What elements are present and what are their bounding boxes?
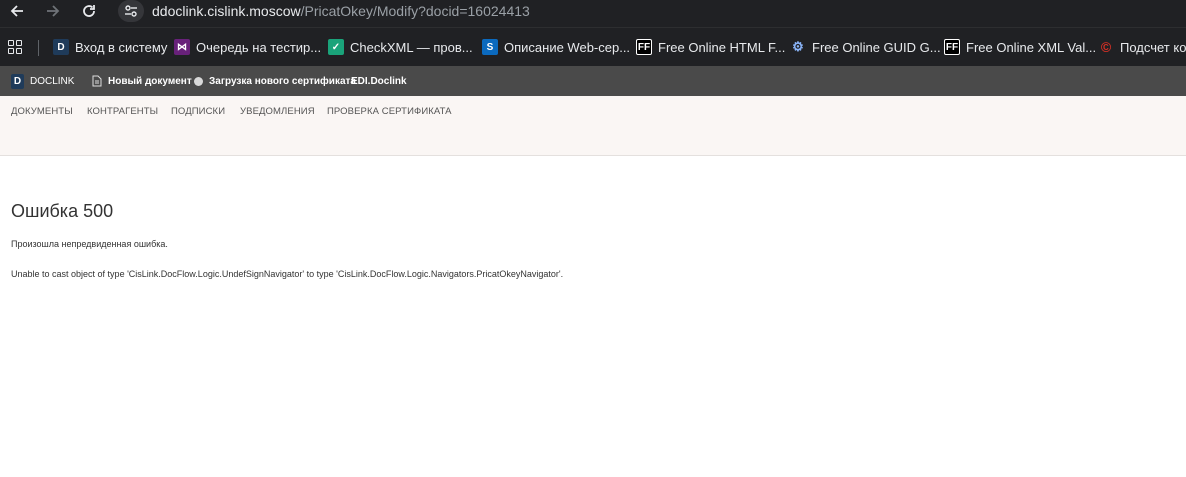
bookmark-label: Вход в систему xyxy=(75,39,168,55)
bookmark-guid-generator[interactable]: ⚙ Free Online GUID G... xyxy=(790,38,941,56)
main-menu: ДОКУМЕНТЫ КОНТРАГЕНТЫ ПОДПИСКИ УВЕДОМЛЕН… xyxy=(0,96,1186,156)
error-detail: Unable to cast object of type 'CisLink.D… xyxy=(11,269,564,279)
bookmark-ochered[interactable]: ⋈ Очередь на тестир... xyxy=(174,38,321,56)
bookmark-label: Free Online HTML F... xyxy=(658,39,786,55)
bookmark-xml-validator[interactable]: FF Free Online XML Val... xyxy=(944,38,1096,56)
edi-doclink-link[interactable]: EDI.Doclink xyxy=(351,66,407,96)
gears-icon: ⚙ xyxy=(792,39,804,54)
bookmark-label: CheckXML — пров... xyxy=(350,39,473,55)
bookmarks-bar: D Вход в систему ⋈ Очередь на тестир... … xyxy=(0,27,1186,66)
bookmark-label: Free Online XML Val... xyxy=(966,39,1097,55)
site-info-button[interactable] xyxy=(118,0,144,22)
menu-certificate-check[interactable]: ПРОВЕРКА СЕРТИФИКАТА xyxy=(327,106,452,117)
visual-studio-icon: ⋈ xyxy=(174,39,190,55)
upload-certificate-label: Загрузка нового сертификата xyxy=(209,75,356,87)
doclink-logo-icon: D xyxy=(11,73,24,89)
tune-icon xyxy=(125,5,137,17)
upload-certificate-link[interactable]: Загрузка нового сертификата xyxy=(194,66,356,96)
url-path: /PricatOkey/Modify?docid=16024413 xyxy=(300,3,530,19)
bookmark-label: Free Online GUID G... xyxy=(812,39,941,55)
back-button[interactable] xyxy=(6,0,28,22)
bookmark-html-formatter[interactable]: FF Free Online HTML F... xyxy=(636,38,785,56)
new-document-link[interactable]: Новый документ xyxy=(92,66,192,96)
menu-subscriptions[interactable]: ПОДПИСКИ xyxy=(171,106,225,117)
ff-icon: FF xyxy=(636,39,652,55)
bookmark-vhod[interactable]: D Вход в систему xyxy=(53,38,167,56)
url-host: ddoclink.cislink.moscow xyxy=(152,3,301,19)
bookmark-podschet[interactable]: © Подсчет кол xyxy=(1098,38,1186,56)
app-header: D DOCLINK Новый документ Загрузка нового… xyxy=(0,66,1186,96)
record-dot-icon xyxy=(194,76,203,86)
checkxml-icon: ✓ xyxy=(328,39,344,55)
bookmarks-divider xyxy=(38,40,39,56)
doclink-d-icon: D xyxy=(53,39,69,55)
sharepoint-icon: S xyxy=(482,39,498,55)
bookmark-opisanie[interactable]: S Описание Web-сер... xyxy=(482,38,630,56)
bookmark-label: Очередь на тестир... xyxy=(196,39,322,55)
bookmark-label: Подсчет кол xyxy=(1120,39,1186,55)
menu-documents[interactable]: ДОКУМЕНТЫ xyxy=(11,106,73,117)
error-title: Ошибка 500 xyxy=(11,201,114,221)
arrow-right-icon xyxy=(47,5,60,17)
reload-icon xyxy=(83,5,95,17)
copyright-icon: © xyxy=(1100,39,1112,55)
menu-notifications[interactable]: УВЕДОМЛЕНИЯ xyxy=(240,106,315,117)
edi-doclink-label: EDI.Doclink xyxy=(351,75,407,87)
document-icon xyxy=(92,75,102,87)
bookmark-label: Описание Web-сер... xyxy=(504,39,631,55)
arrow-left-icon xyxy=(10,5,23,17)
doclink-logo-link[interactable]: D DOCLINK xyxy=(11,66,74,96)
apps-grid-icon[interactable] xyxy=(8,40,22,54)
ff-icon: FF xyxy=(944,39,960,55)
reload-button[interactable] xyxy=(78,0,100,22)
logo-label: DOCLINK xyxy=(30,75,75,87)
browser-toolbar: ddoclink.cislink.moscow/PricatOkey/Modif… xyxy=(0,0,1186,27)
bookmark-checkxml[interactable]: ✓ CheckXML — пров... xyxy=(328,38,473,56)
forward-button[interactable] xyxy=(42,0,64,22)
address-input[interactable]: ddoclink.cislink.moscow/PricatOkey/Modif… xyxy=(152,2,530,20)
error-message: Произошла непредвиденная ошибка. xyxy=(11,239,168,249)
menu-counterparties[interactable]: КОНТРАГЕНТЫ xyxy=(87,106,158,117)
new-document-label: Новый документ xyxy=(108,75,192,87)
